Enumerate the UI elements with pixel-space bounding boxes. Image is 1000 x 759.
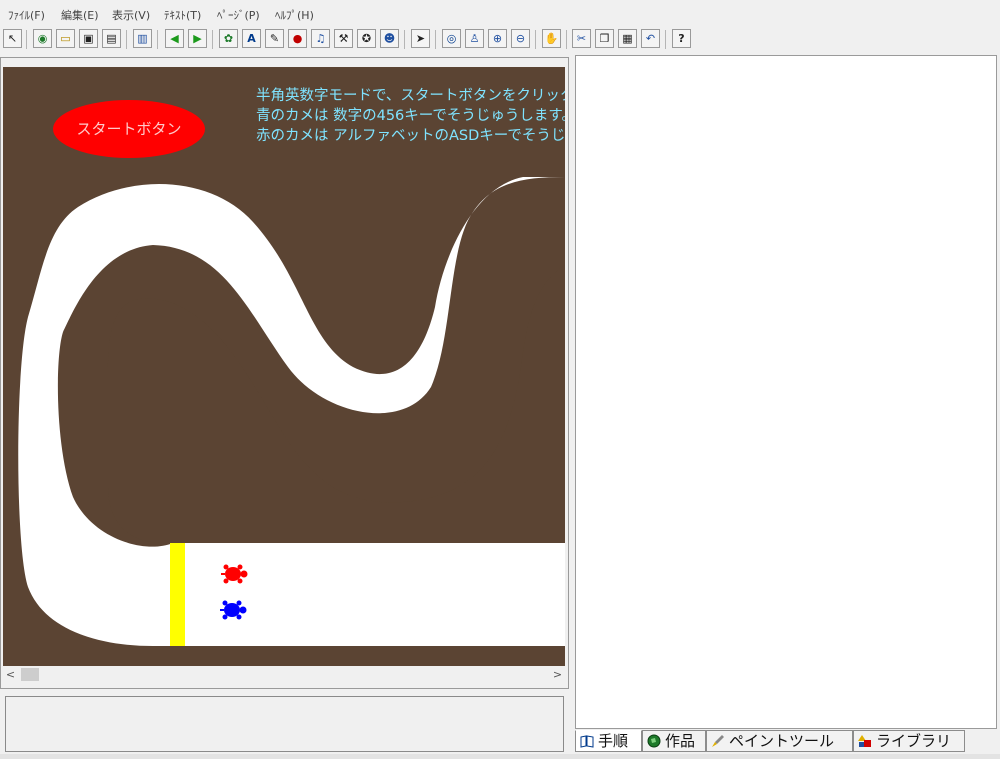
text-icon: A <box>247 32 256 45</box>
toolbar-separator <box>566 30 567 49</box>
scroll-right-icon[interactable]: > <box>550 666 565 683</box>
panel-tabs: 手順 作品 ペイントツール ライブラリ <box>575 729 997 753</box>
record-button[interactable]: ● <box>288 29 307 48</box>
tool-button[interactable]: ⚒ <box>334 29 353 48</box>
shapes-icon <box>858 733 872 747</box>
finish-line <box>170 543 185 646</box>
paste-button[interactable]: ▦ <box>618 29 637 48</box>
text-box-button[interactable]: A <box>242 29 261 48</box>
menu-help[interactable]: ﾍﾙﾌﾟ(H) <box>275 7 314 23</box>
toolbar-separator <box>126 30 127 49</box>
menu-bar: ﾌｧｲﾙ(F) 編集(E) 表示(V) ﾃｷｽﾄ(T) ﾍﾟｰｼﾞ(P) ﾍﾙﾌ… <box>0 0 1000 27</box>
back-button[interactable]: ◀ <box>165 29 184 48</box>
eye-button[interactable]: ◎ <box>442 29 461 48</box>
undo-icon: ↶ <box>645 32 656 45</box>
toolbar-separator <box>404 30 405 49</box>
start-button[interactable]: スタートボタン <box>53 100 205 158</box>
arrow-right-icon: ▶ <box>193 32 202 45</box>
open-button[interactable]: ▭ <box>56 29 75 48</box>
stamp-icon: ♙ <box>469 32 480 45</box>
menu-file[interactable]: ﾌｧｲﾙ(F) <box>8 7 45 23</box>
toolbar-separator <box>212 30 213 49</box>
print-button[interactable]: ▤ <box>102 29 121 48</box>
paint-button[interactable]: ✎ <box>265 29 284 48</box>
horizontal-scrollbar[interactable]: < > <box>3 666 565 683</box>
brush-icon <box>711 733 725 747</box>
robot-button[interactable]: ☻ <box>380 29 399 48</box>
toolbar-separator <box>26 30 27 49</box>
instruction-line: 青のカメは 数字の456キーでそうじゅうします。 <box>256 108 565 124</box>
instruction-line: 赤のカメは アルファベットのASDキーでそうじゅ <box>256 128 565 144</box>
music-button[interactable]: ♫ <box>311 29 330 48</box>
pointer-icon: ↖ <box>7 32 18 45</box>
tab-works[interactable]: 作品 <box>642 730 706 752</box>
toolbar-separator <box>435 30 436 49</box>
stop-hand-icon: ✋ <box>544 32 559 45</box>
paste-icon: ▦ <box>622 32 633 45</box>
tool-icon: ⚒ <box>338 32 349 45</box>
copy-icon: ❐ <box>599 32 610 45</box>
movie-button[interactable]: ✪ <box>357 29 376 48</box>
tab-paint-tool[interactable]: ペイントツール <box>706 730 853 752</box>
zoom-in-button[interactable]: ⊕ <box>488 29 507 48</box>
turtle-button[interactable]: ✿ <box>219 29 238 48</box>
side-panel <box>575 55 997 729</box>
toolbar-separator <box>157 30 158 49</box>
toolbar-separator <box>535 30 536 49</box>
undo-button[interactable]: ↶ <box>641 29 660 48</box>
help-icon: ? <box>678 32 685 45</box>
folder-icon: ▭ <box>60 32 71 45</box>
stage-canvas[interactable]: スタートボタン 半角英数字モードで、スタートボタンをクリックし 青のカメは 数字… <box>3 67 565 666</box>
menu-edit[interactable]: 編集(E) <box>61 7 99 23</box>
record-icon: ● <box>292 32 303 45</box>
start-button-label: スタートボタン <box>76 120 182 138</box>
zoom-out-button[interactable]: ⊖ <box>511 29 530 48</box>
instructions-text: 半角英数字モードで、スタートボタンをクリックし 青のカメは 数字の456キーでそ… <box>256 86 565 146</box>
arrow-left-icon: ◀ <box>170 32 179 45</box>
tab-library[interactable]: ライブラリ <box>853 730 965 752</box>
menu-text[interactable]: ﾃｷｽﾄ(T) <box>164 7 201 23</box>
globe-icon <box>647 733 661 748</box>
stamp-button[interactable]: ♙ <box>465 29 484 48</box>
book-icon <box>580 733 594 748</box>
instruction-line: 半角英数字モードで、スタートボタンをクリックし <box>256 88 565 104</box>
toolbar-separator <box>665 30 666 49</box>
tab-procedure[interactable]: 手順 <box>575 730 642 752</box>
movie-camera-icon: ✪ <box>361 32 372 45</box>
menu-view[interactable]: 表示(V) <box>112 7 150 23</box>
robot-icon: ☻ <box>383 32 396 45</box>
tab-label: ライブラリ <box>876 732 952 750</box>
page-list-icon: ▥ <box>137 32 148 45</box>
scroll-thumb[interactable] <box>21 668 39 681</box>
forward-button[interactable]: ▶ <box>188 29 207 48</box>
copy-button[interactable]: ❐ <box>595 29 614 48</box>
tab-label: 手順 <box>598 732 629 750</box>
disk-icon: ▣ <box>83 32 94 45</box>
arrow-cursor-icon: ➤ <box>415 32 426 45</box>
printer-icon: ▤ <box>106 32 117 45</box>
tab-label: 作品 <box>665 732 696 750</box>
stop-button[interactable]: ✋ <box>542 29 561 48</box>
zoom-in-icon: ⊕ <box>492 32 503 45</box>
status-strip <box>0 754 1000 759</box>
select-pointer-button[interactable]: ↖ <box>3 29 22 48</box>
globe-icon: ◉ <box>37 32 48 45</box>
save-button[interactable]: ▣ <box>79 29 98 48</box>
new-button[interactable]: ◉ <box>33 29 52 48</box>
turtle-icon: ✿ <box>223 32 234 45</box>
zoom-out-icon: ⊖ <box>515 32 526 45</box>
message-area[interactable] <box>5 696 564 752</box>
scissors-icon: ✂ <box>576 32 587 45</box>
scroll-left-icon[interactable]: < <box>3 666 18 683</box>
page-list-button[interactable]: ▥ <box>133 29 152 48</box>
help-button[interactable]: ? <box>672 29 691 48</box>
toolbar: ↖ ◉ ▭ ▣ ▤ ▥ ◀ ▶ ✿ A ✎ ● ♫ ⚒ ✪ ☻ ➤ ◎ ♙ ⊕ … <box>0 27 1000 53</box>
cut-button[interactable]: ✂ <box>572 29 591 48</box>
paint-icon: ✎ <box>269 32 280 45</box>
music-note-icon: ♫ <box>315 32 326 45</box>
arrow-cursor-button[interactable]: ➤ <box>411 29 430 48</box>
tab-label: ペイントツール <box>729 732 835 750</box>
menu-page[interactable]: ﾍﾟｰｼﾞ(P) <box>217 7 260 23</box>
eye-icon: ◎ <box>446 32 457 45</box>
